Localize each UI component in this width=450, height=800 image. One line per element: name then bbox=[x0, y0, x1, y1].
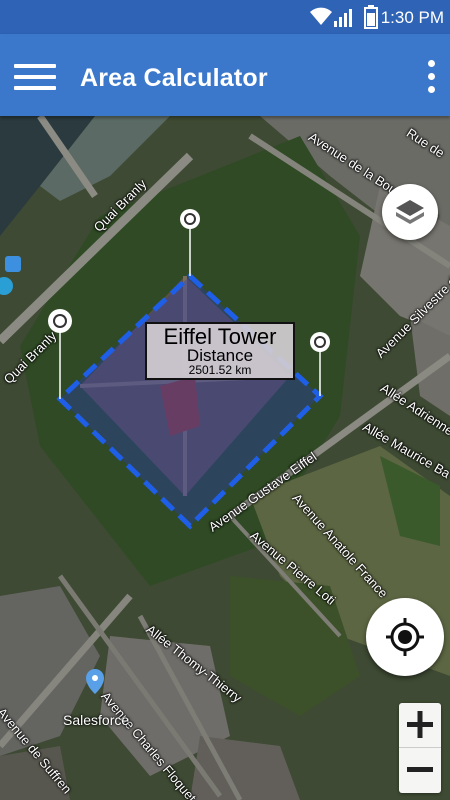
zoom-controls bbox=[399, 703, 441, 793]
status-bar: 1:30 PM bbox=[0, 0, 450, 34]
app-title: Area Calculator bbox=[80, 64, 268, 92]
more-vert-icon[interactable] bbox=[424, 60, 438, 94]
poi-label[interactable]: Salesforce bbox=[63, 712, 129, 728]
measurement-info-box[interactable]: Eiffel Tower Distance 2501.52 km bbox=[145, 322, 295, 380]
my-location-button[interactable] bbox=[366, 598, 444, 676]
measurement-value: 2501.52 km bbox=[188, 363, 252, 377]
minus-icon bbox=[407, 767, 433, 772]
map-view[interactable]: Quai Branly Quai Branly Avenue de la Bou… bbox=[0, 116, 450, 800]
layers-icon bbox=[396, 200, 424, 224]
wifi-icon bbox=[310, 7, 332, 25]
zoom-out-button[interactable] bbox=[399, 748, 441, 792]
measurement-title: Eiffel Tower bbox=[163, 324, 277, 349]
battery-icon bbox=[364, 5, 378, 29]
zoom-in-button[interactable] bbox=[399, 703, 441, 748]
status-time: 1:30 PM bbox=[380, 8, 444, 27]
layers-button[interactable] bbox=[382, 184, 438, 240]
measurement-label: Distance bbox=[186, 346, 254, 365]
plus-icon bbox=[407, 711, 433, 738]
hamburger-menu-icon[interactable] bbox=[14, 64, 56, 90]
app-bar: Area Calculator bbox=[0, 34, 450, 116]
signal-icon bbox=[334, 9, 352, 27]
my-location-icon bbox=[386, 618, 424, 656]
